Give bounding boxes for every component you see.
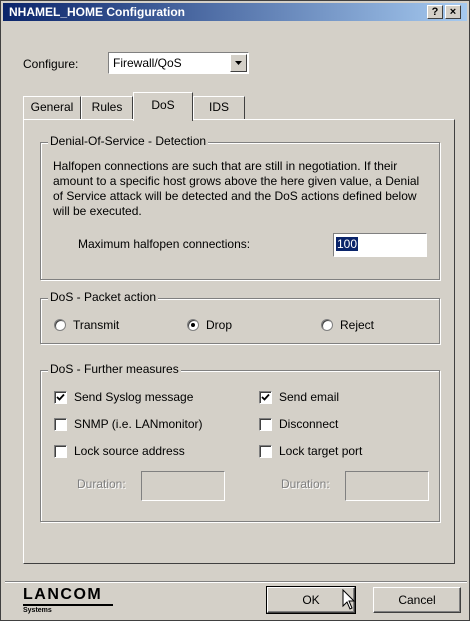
checkmark-icon xyxy=(56,393,65,401)
window-title: NHAMEL_HOME Configuration xyxy=(9,5,185,19)
title-bar[interactable]: NHAMEL_HOME Configuration ? × xyxy=(3,3,467,21)
lock-source-label: Lock source address xyxy=(74,444,185,458)
detection-description: Halfopen connections are such that are s… xyxy=(53,159,420,218)
radio-drop-circle xyxy=(187,319,199,331)
send-syslog-label: Send Syslog message xyxy=(74,390,194,404)
configure-value: Firewall/QoS xyxy=(113,56,182,70)
send-email-checkbox[interactable]: Send email xyxy=(259,390,339,404)
lock-target-box xyxy=(259,444,272,458)
cancel-button[interactable]: Cancel xyxy=(373,587,461,613)
send-email-box xyxy=(259,390,272,404)
tab-general[interactable]: General xyxy=(23,96,81,119)
lock-source-checkbox[interactable]: Lock source address xyxy=(54,444,185,458)
lock-target-checkbox[interactable]: Lock target port xyxy=(259,444,362,458)
tab-general-label: General xyxy=(30,100,74,114)
tab-ids[interactable]: IDS xyxy=(193,96,245,119)
tab-rules[interactable]: Rules xyxy=(81,96,133,119)
max-halfopen-value: 100 xyxy=(336,237,359,251)
checkmark-icon xyxy=(261,393,270,401)
tab-dos-label: DoS xyxy=(151,98,175,112)
detection-group: Denial-Of-Service - Detection Halfopen c… xyxy=(40,134,440,280)
radio-transmit-circle xyxy=(54,319,66,331)
send-email-label: Send email xyxy=(279,390,340,404)
packet-action-group-title: DoS - Packet action xyxy=(48,290,159,304)
max-halfopen-label: Maximum halfopen connections: xyxy=(78,237,251,251)
disconnect-label: Disconnect xyxy=(279,417,339,431)
logo-text: LANCOM xyxy=(23,586,103,603)
radio-drop-label: Drop xyxy=(206,318,233,332)
ok-label: OK xyxy=(302,593,320,607)
cancel-label: Cancel xyxy=(398,593,436,607)
radio-reject-label: Reject xyxy=(340,318,375,332)
configure-label: Configure: xyxy=(23,57,79,71)
mouse-pointer-icon xyxy=(342,589,356,610)
snmp-label: SNMP (i.e. LANmonitor) xyxy=(74,417,203,431)
snmp-box xyxy=(54,417,67,431)
source-duration-input[interactable] xyxy=(141,471,225,501)
tab-ids-label: IDS xyxy=(208,100,229,114)
close-button[interactable]: × xyxy=(445,5,461,19)
radio-selected-dot xyxy=(191,323,195,327)
detection-group-title: Denial-Of-Service - Detection xyxy=(48,134,209,148)
radio-drop[interactable]: Drop xyxy=(187,318,232,332)
target-duration-input[interactable] xyxy=(345,471,429,501)
radio-transmit[interactable]: Transmit xyxy=(54,318,119,332)
help-button[interactable]: ? xyxy=(427,5,443,19)
snmp-checkbox[interactable]: SNMP (i.e. LANmonitor) xyxy=(54,417,202,431)
footer-separator xyxy=(5,581,467,583)
radio-reject-circle xyxy=(321,319,333,331)
disconnect-checkbox[interactable]: Disconnect xyxy=(259,417,338,431)
tab-dos[interactable]: DoS xyxy=(133,92,193,121)
dos-tab-panel: Denial-Of-Service - Detection Halfopen c… xyxy=(23,119,455,564)
send-syslog-checkbox[interactable]: Send Syslog message xyxy=(54,390,193,404)
max-halfopen-input[interactable]: 100 xyxy=(333,233,427,257)
lancom-logo: LANCOM Systems xyxy=(23,587,113,615)
radio-reject[interactable]: Reject xyxy=(321,318,374,332)
send-syslog-box xyxy=(54,390,67,404)
lock-source-box xyxy=(54,444,67,458)
lock-target-label: Lock target port xyxy=(279,444,363,458)
chevron-down-icon xyxy=(235,61,242,65)
logo-subtext: Systems xyxy=(23,607,52,614)
packet-action-group: DoS - Packet action Transmit Drop Reject xyxy=(40,290,440,344)
configure-dropdown[interactable]: Firewall/QoS xyxy=(108,52,249,74)
disconnect-box xyxy=(259,417,272,431)
tab-rules-label: Rules xyxy=(91,100,123,114)
further-measures-group-title: DoS - Further measures xyxy=(48,362,181,376)
source-duration-label: Duration: xyxy=(77,477,126,491)
target-duration-label: Duration: xyxy=(281,477,330,491)
dropdown-arrow-button[interactable] xyxy=(230,54,247,72)
radio-transmit-label: Transmit xyxy=(73,318,120,332)
further-measures-group: DoS - Further measures Send Syslog messa… xyxy=(40,362,440,522)
configuration-dialog: NHAMEL_HOME Configuration ? × Configure:… xyxy=(0,0,470,621)
